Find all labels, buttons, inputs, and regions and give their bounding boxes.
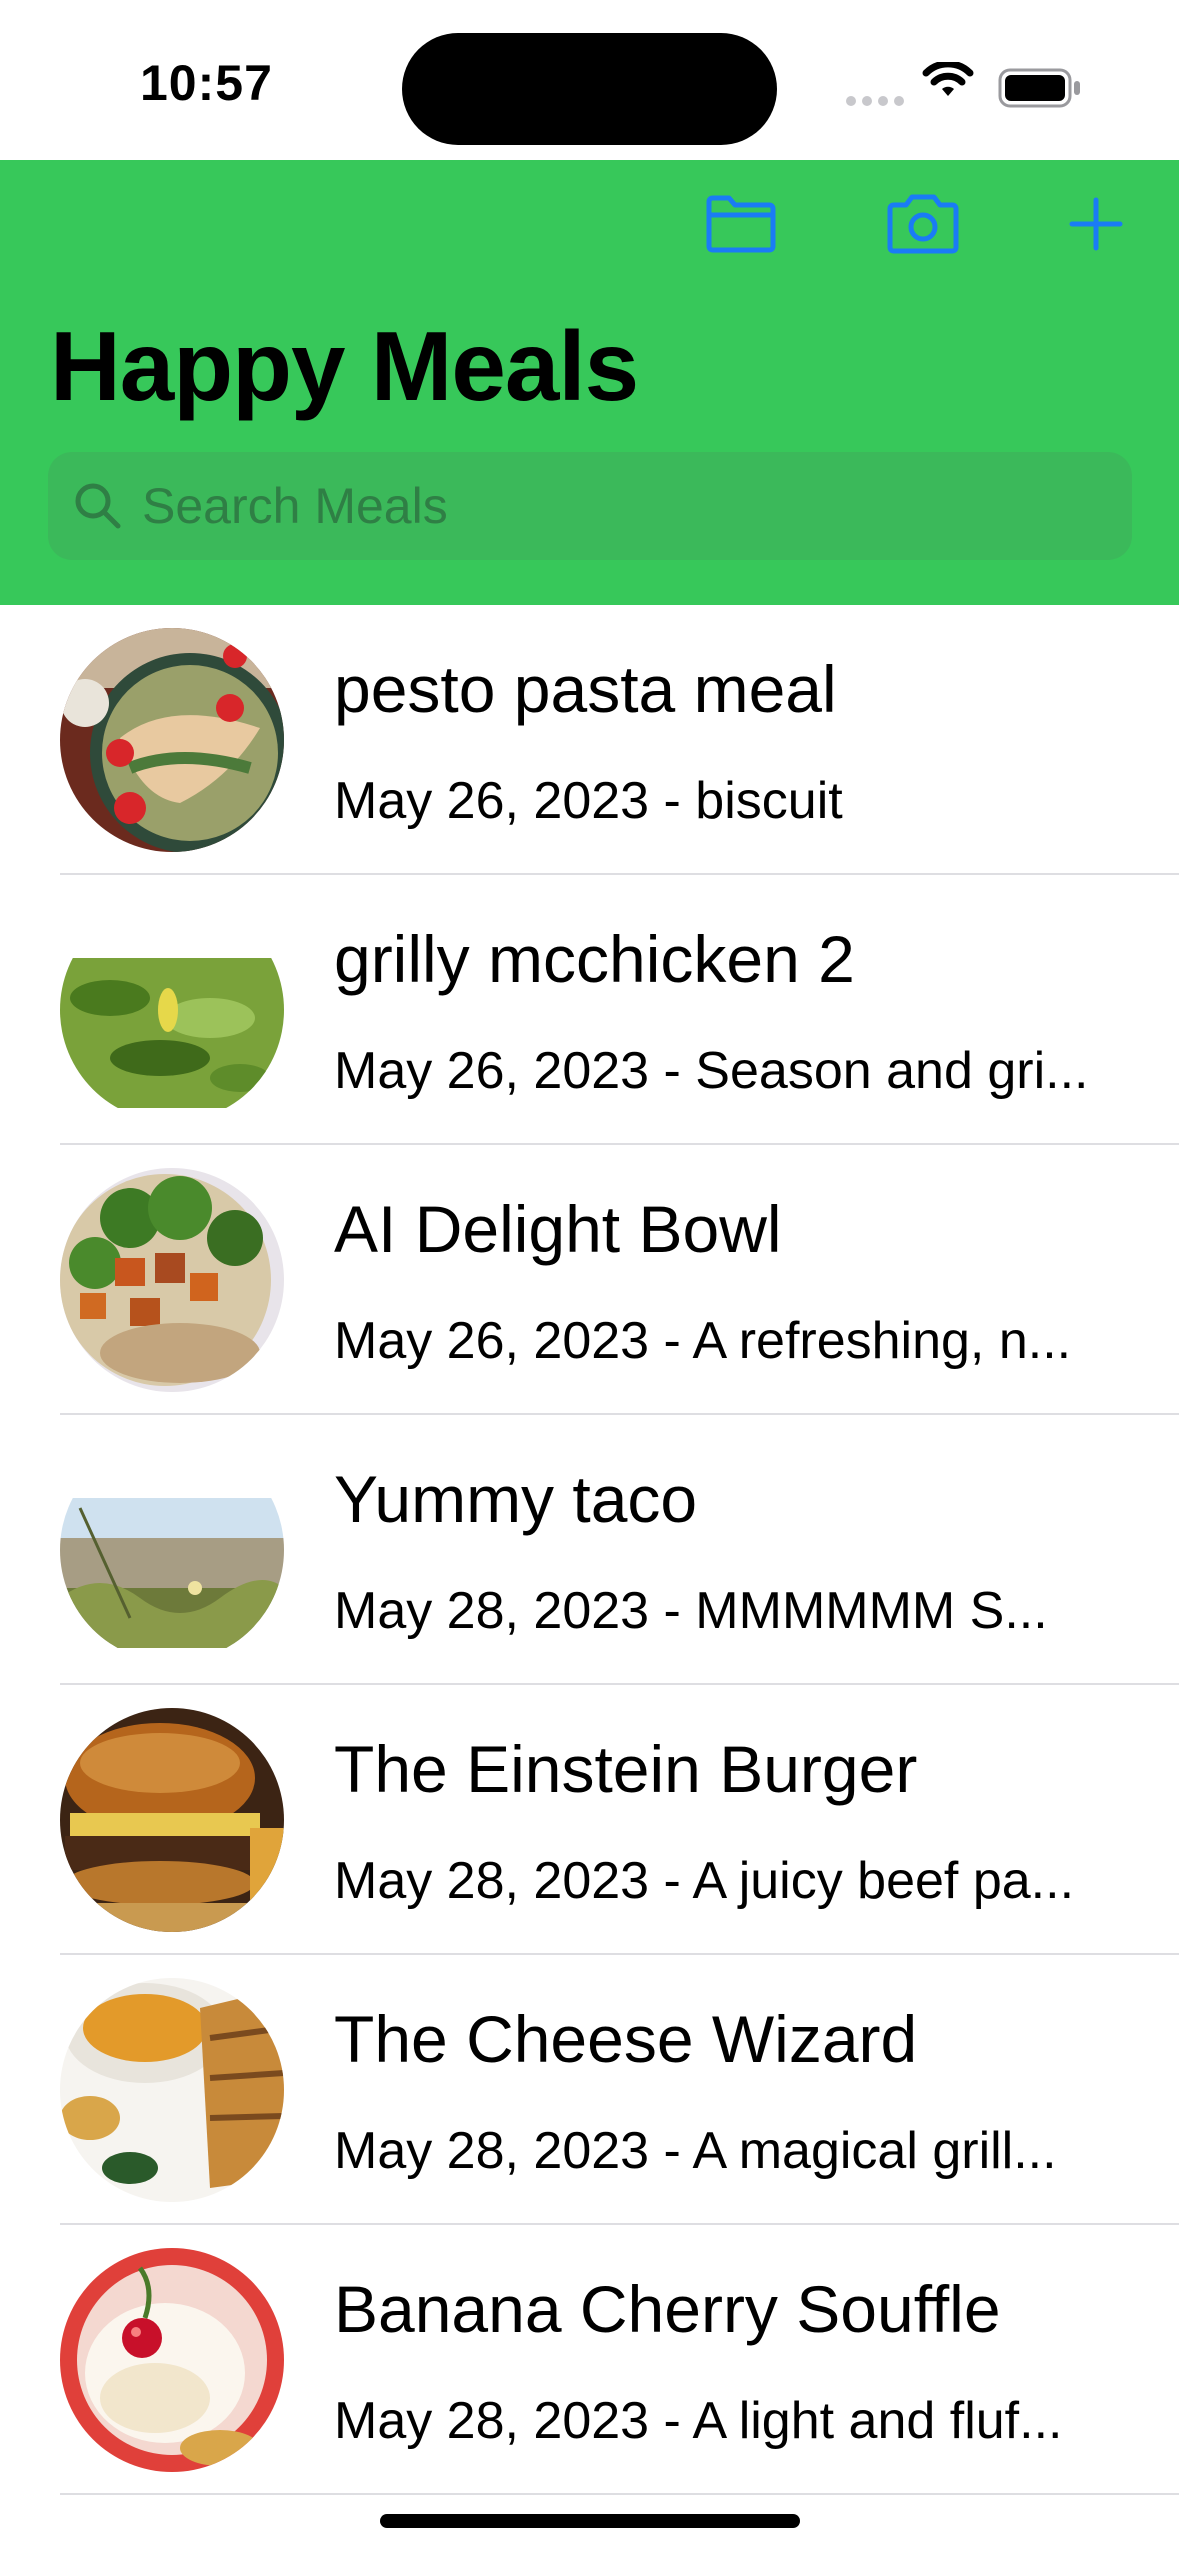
pasta-salad-photo — [60, 628, 284, 852]
meal-title: The Cheese Wizard — [334, 2002, 918, 2076]
meal-title: The Einstein Burger — [334, 1732, 918, 1806]
page-title: Happy Meals — [50, 311, 639, 421]
meal-row[interactable]: AI Delight Bowl May 26, 2023 - A refresh… — [0, 1145, 1179, 1415]
meal-subtitle: May 28, 2023 - A juicy beef pa... — [334, 1852, 1075, 1910]
meal-subtitle: May 28, 2023 - MMMMMM S... — [334, 1582, 1048, 1640]
meal-row[interactable]: grilly mcchicken 2 May 26, 2023 - Season… — [0, 875, 1179, 1145]
meal-thumbnail — [60, 1168, 284, 1392]
meal-subtitle: May 28, 2023 - A light and fluf... — [334, 2392, 1063, 2450]
meal-thumbnail — [60, 628, 284, 852]
home-indicator — [380, 2514, 800, 2528]
meal-subtitle: May 26, 2023 - Season and gri... — [334, 1042, 1089, 1100]
meal-thumbnail — [60, 898, 284, 1122]
meal-row[interactable]: The Cheese Wizard May 28, 2023 - A magic… — [0, 1955, 1179, 2225]
magnifying-glass-icon — [70, 478, 126, 534]
status-time: 10:57 — [140, 55, 273, 111]
meal-list: pesto pasta meal May 26, 2023 - biscuit … — [0, 605, 1179, 2495]
plus-icon — [1069, 197, 1123, 251]
dynamic-island — [402, 33, 777, 145]
search-field[interactable]: Search Meals — [48, 452, 1132, 560]
meal-subtitle: May 26, 2023 - A refreshing, n... — [334, 1312, 1072, 1370]
meal-title: pesto pasta meal — [334, 652, 837, 726]
meal-row[interactable]: pesto pasta meal May 26, 2023 - biscuit — [0, 605, 1179, 875]
status-bar: 10:57 — [0, 0, 1179, 160]
add-meal-button[interactable] — [1063, 188, 1129, 260]
meal-title: AI Delight Bowl — [334, 1192, 782, 1266]
meal-thumbnail — [60, 2248, 284, 2472]
meal-row[interactable]: Banana Cherry Souffle May 28, 2023 - A l… — [0, 2225, 1179, 2495]
green-leaves-photo — [60, 898, 284, 1122]
meal-thumbnail — [60, 1978, 284, 2202]
meal-title: grilly mcchicken 2 — [334, 922, 855, 996]
camera-icon — [887, 194, 959, 254]
meal-thumbnail — [60, 1708, 284, 1932]
search-placeholder: Search Meals — [142, 478, 448, 534]
broccoli-tofu-bowl-photo — [60, 1168, 284, 1392]
camera-button[interactable] — [880, 188, 966, 260]
meal-subtitle: May 28, 2023 - A magical grill... — [334, 2122, 1057, 2180]
cellular-signal-icon — [846, 96, 906, 106]
meal-title: Yummy taco — [334, 1462, 698, 1536]
meal-title: Banana Cherry Souffle — [334, 2272, 1001, 2346]
battery-icon — [998, 68, 1080, 108]
meal-row[interactable]: Yummy taco May 28, 2023 - MMMMMM S... — [0, 1415, 1179, 1685]
wifi-icon — [922, 62, 974, 96]
cherry-dessert-photo — [60, 2248, 284, 2472]
meal-row[interactable]: The Einstein Burger May 28, 2023 - A jui… — [0, 1685, 1179, 1955]
folder-icon — [706, 195, 776, 253]
grilled-cheese-soup-photo — [60, 1978, 284, 2202]
dune-plants-photo — [60, 1438, 284, 1662]
meal-thumbnail — [60, 1438, 284, 1662]
folder-button[interactable] — [700, 188, 782, 260]
row-divider — [60, 2493, 1179, 2495]
nav-header: Happy Meals Search Meals — [0, 160, 1179, 605]
meal-subtitle: May 26, 2023 - biscuit — [334, 772, 843, 830]
burger-photo — [60, 1708, 284, 1932]
